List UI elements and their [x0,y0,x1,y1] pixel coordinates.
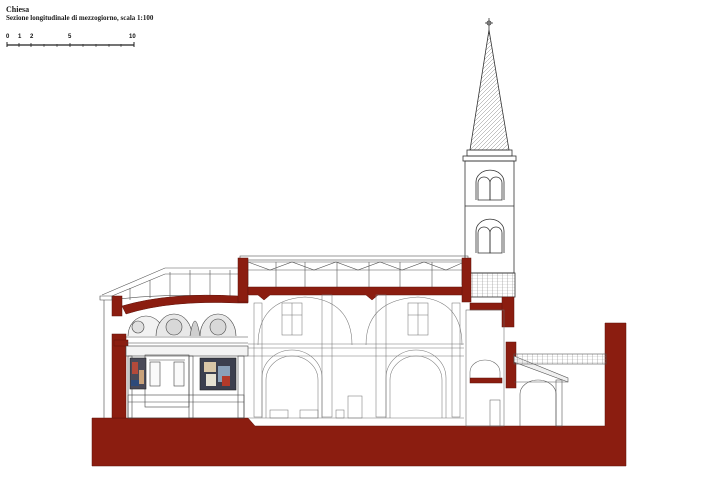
altar-painting-right [199,357,237,391]
nave-roof [239,255,469,287]
section-cut-walls [111,257,517,419]
tower-base-interior [465,309,505,427]
altar-painting-left [129,357,147,390]
foundation-section [91,322,627,467]
side-porch [513,353,607,427]
scale-bar [6,42,135,47]
section-drawing [6,18,627,467]
bell-tower [462,18,517,298]
nave-elevation [248,294,464,419]
left-eave [99,295,113,418]
drawing-sheet: Chiesa Sezione longitudinale di mezzogio… [0,0,709,500]
